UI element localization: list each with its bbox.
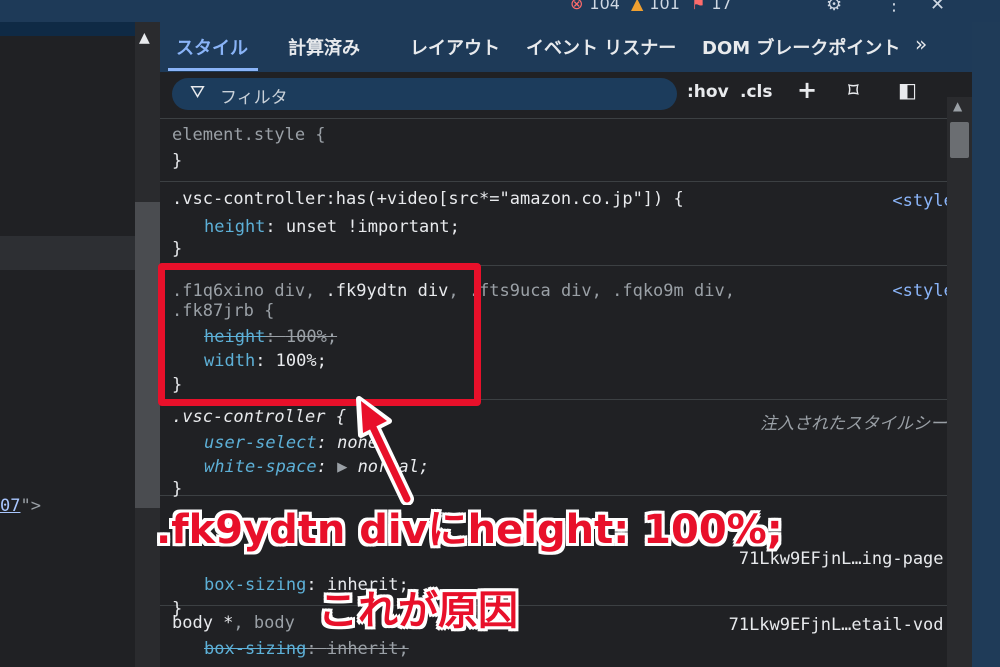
kebab-menu-icon[interactable]: ⋮ [885, 0, 903, 15]
elements-scrollbar-thumb[interactable] [135, 202, 160, 508]
annotation-arrow-icon [356, 396, 414, 505]
flag-icon: ⚑ [691, 0, 706, 13]
scroll-up-arrow-icon[interactable]: ▲ [139, 30, 150, 46]
issue-counts[interactable]: ⊗ 104 ▲ 101 ⚑ 17 [570, 0, 738, 13]
rule-vsc-controller: .vsc-controller { 注入されたスタイルシート user-sele… [160, 399, 972, 499]
rule-vsc-controller-has: .vsc-controller:has(+video[src*="amazon.… [160, 181, 972, 266]
warning-count: 101 [649, 0, 680, 13]
elements-panel: 07"> ▲ [0, 22, 160, 667]
rule-selector[interactable]: body *, body [172, 613, 295, 633]
rule-close-brace: } [172, 151, 183, 171]
status-strip: ⊗ 104 ▲ 101 ⚑ 17 ⚙ ⋮ ✕ [0, 0, 1000, 22]
tab-dom-breakpoints[interactable]: DOM ブレークポイント [702, 34, 900, 60]
annotation-caption-line1: .fk9ydtn divにheight: 100%; [156, 507, 783, 553]
styles-scrollbar[interactable]: ▲ [947, 97, 972, 667]
rule-close-brace: } [172, 239, 183, 259]
more-tabs-icon[interactable]: » [915, 32, 927, 56]
tab-layout[interactable]: レイアウト [410, 34, 500, 60]
styles-scrollbar-thumb[interactable] [950, 122, 969, 158]
filter-placeholder: フィルタ [220, 88, 288, 108]
rule-selector[interactable]: .vsc-controller:has(+video[src*="amazon.… [172, 189, 684, 209]
panel-header-strip [0, 22, 135, 36]
highlight-box [158, 263, 481, 406]
rule-selector[interactable]: .vsc-controller { [172, 407, 346, 427]
error-count: 104 [589, 0, 620, 13]
annotation-caption-line2: これが原因 [318, 588, 518, 634]
filter-funnel-icon: ⛛ [190, 82, 206, 103]
active-tab-indicator [168, 68, 258, 71]
error-icon: ⊗ [570, 0, 584, 13]
paint-brush-icon[interactable]: ⌑ [848, 78, 859, 102]
filter-input[interactable]: ⛛ フィルタ [172, 78, 677, 110]
rule-body-star: body *, body 71Lkw9EFjnL…etail-vod:1 box… [160, 605, 972, 667]
issue-count: 17 [711, 0, 732, 13]
tab-styles[interactable]: スタイル [176, 34, 248, 60]
rule-element-style: element.style { } [160, 119, 972, 182]
cls-button[interactable]: .cls [740, 82, 772, 102]
declaration[interactable]: height: unset !important; [204, 217, 460, 237]
warning-icon: ▲ [631, 0, 644, 13]
tab-computed[interactable]: 計算済み [288, 34, 360, 60]
filter-toolbar: ⛛ フィルタ :hov .cls + ⌑ ◧ [160, 72, 1000, 119]
scroll-up-arrow-icon[interactable]: ▲ [953, 99, 962, 113]
dom-node-fragment[interactable]: 07"> [0, 496, 41, 516]
new-rule-plus-icon[interactable]: + [797, 76, 817, 104]
window-edge [972, 22, 1000, 667]
hov-button[interactable]: :hov [687, 82, 729, 102]
rule-selector[interactable]: element.style { [172, 125, 326, 145]
selected-node-row[interactable] [0, 236, 135, 270]
gear-icon[interactable]: ⚙ [826, 0, 842, 15]
overridden-declaration[interactable]: box-sizing: inherit; [204, 639, 409, 659]
tab-event-listeners[interactable]: イベント リスナー [526, 34, 676, 60]
tab-bar: スタイル 計算済み レイアウト イベント リスナー DOM ブレークポイント » [160, 22, 975, 72]
close-icon[interactable]: ✕ [930, 0, 945, 15]
sidebar-toggle-icon[interactable]: ◧ [898, 78, 917, 102]
rule-source-label: 注入されたスタイルシート [760, 414, 964, 434]
rule-source-link[interactable]: 71Lkw9EFjnL…etail-vod:1 [729, 615, 964, 635]
